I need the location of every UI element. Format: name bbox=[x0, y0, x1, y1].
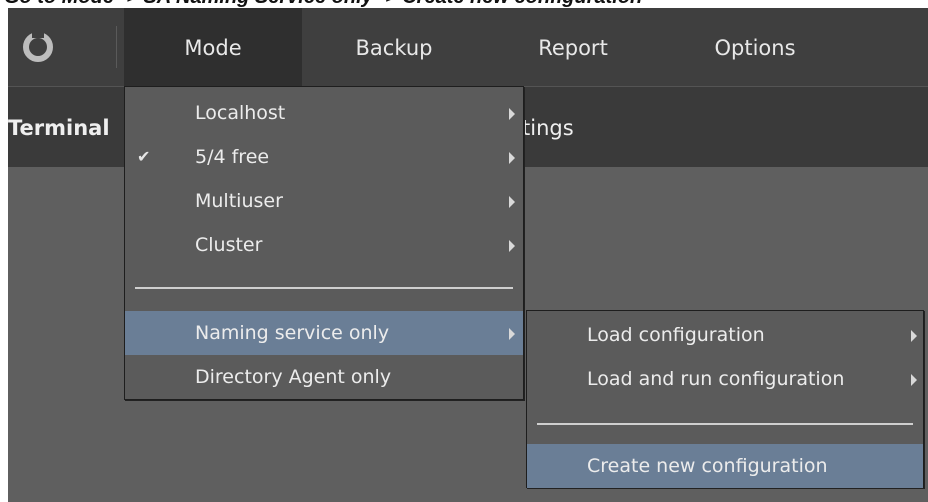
tab-terminal-label: Terminal bbox=[8, 116, 110, 140]
submenu-arrow-icon bbox=[509, 240, 515, 252]
menu-item-label: Directory Agent only bbox=[195, 366, 392, 388]
application-window: Mode Backup Report Options Terminal ting… bbox=[8, 8, 928, 502]
menu-divider bbox=[135, 287, 513, 289]
submenu-item-load-and-run-configuration[interactable]: Load and run configuration bbox=[527, 357, 923, 401]
menu-item-localhost[interactable]: Localhost bbox=[125, 91, 523, 135]
top-menubar: Mode Backup Report Options bbox=[8, 8, 928, 86]
menubar-separator bbox=[116, 26, 117, 68]
submenu-divider bbox=[537, 423, 913, 425]
menu-item-label: Cluster bbox=[195, 234, 263, 256]
menu-item-5-4-free[interactable]: ✔ 5/4 free bbox=[125, 135, 523, 179]
app-logo-icon bbox=[23, 30, 53, 62]
menu-item-label: Naming service only bbox=[195, 322, 390, 344]
menu-item-directory-agent-only[interactable]: Directory Agent only bbox=[125, 355, 523, 399]
menu-item-cluster[interactable]: Cluster bbox=[125, 223, 523, 267]
submenu-arrow-icon bbox=[911, 374, 917, 386]
submenu-arrow-icon bbox=[509, 108, 515, 120]
menu-item-multiuser[interactable]: Multiuser bbox=[125, 179, 523, 223]
caption-text: Go to Mode -> SA Naming Service only -> … bbox=[4, 0, 642, 8]
submenu-arrow-icon bbox=[509, 196, 515, 208]
menu-item-naming-service-only[interactable]: Naming service only bbox=[125, 311, 523, 355]
mode-dropdown-menu: Localhost ✔ 5/4 free Multiuser Cluster N… bbox=[124, 86, 524, 400]
tab-backup[interactable]: Backup bbox=[322, 8, 466, 86]
tab-settings[interactable]: tings bbox=[522, 87, 574, 167]
naming-service-submenu: Load configuration Load and run configur… bbox=[526, 310, 924, 488]
menu-item-label: Multiuser bbox=[195, 190, 283, 212]
submenu-arrow-icon bbox=[509, 328, 515, 340]
tab-settings-label: tings bbox=[522, 116, 574, 140]
tab-report[interactable]: Report bbox=[508, 8, 638, 86]
submenu-item-load-configuration[interactable]: Load configuration bbox=[527, 313, 923, 357]
menu-item-label: 5/4 free bbox=[195, 146, 270, 168]
checkmark-icon: ✔ bbox=[137, 147, 151, 166]
submenu-item-label: Load configuration bbox=[587, 324, 765, 346]
submenu-item-label: Load and run configuration bbox=[587, 368, 845, 390]
tab-mode-label: Mode bbox=[184, 36, 242, 60]
submenu-arrow-icon bbox=[911, 330, 917, 342]
document-caption: Go to Mode -> SA Naming Service only -> … bbox=[0, 0, 928, 8]
submenu-item-label: Create new configuration bbox=[587, 455, 828, 477]
tab-report-label: Report bbox=[538, 36, 608, 60]
tab-mode[interactable]: Mode bbox=[124, 8, 302, 86]
submenu-item-create-new-configuration[interactable]: Create new configuration bbox=[527, 444, 923, 488]
tab-options[interactable]: Options bbox=[680, 8, 830, 86]
tab-terminal[interactable]: Terminal bbox=[8, 87, 110, 167]
submenu-arrow-icon bbox=[509, 152, 515, 164]
tab-options-label: Options bbox=[714, 36, 796, 60]
tab-backup-label: Backup bbox=[355, 36, 433, 60]
menu-item-label: Localhost bbox=[195, 102, 286, 124]
